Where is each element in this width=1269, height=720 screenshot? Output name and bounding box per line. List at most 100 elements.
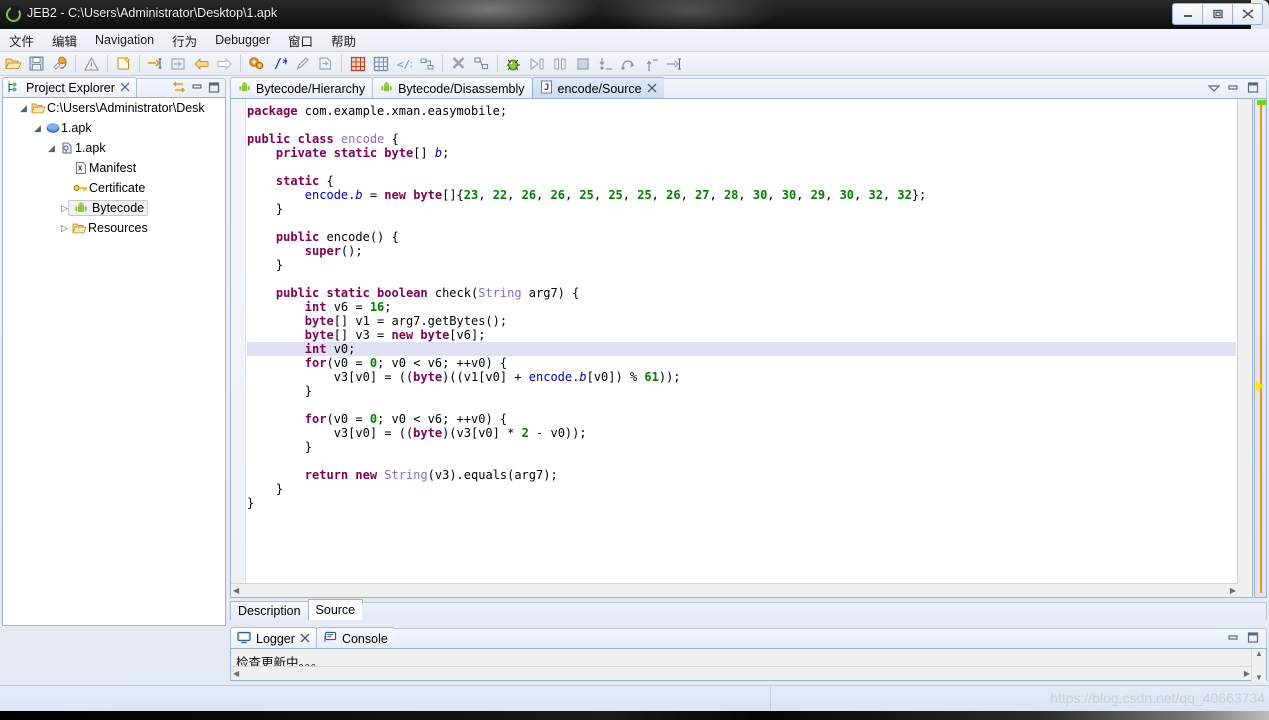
warning-icon[interactable]: [81, 53, 102, 74]
tab-logger[interactable]: Logger: [230, 627, 317, 649]
run-to-cursor-icon[interactable]: [664, 53, 685, 74]
save-icon[interactable]: [26, 53, 47, 74]
minimize-view-icon[interactable]: [1226, 82, 1240, 97]
editor-horizontal-scrollbar[interactable]: ◀ ▶: [231, 583, 1238, 597]
code-line: }: [247, 384, 313, 398]
editor-vertical-scrollbar[interactable]: [1237, 99, 1252, 597]
wrench-icon[interactable]: [49, 53, 70, 74]
status-bar: https://blog.csdn.net/qq_40663734: [0, 685, 1269, 712]
tree-item-apk-unit[interactable]: ◢ 1.apk: [3, 138, 225, 158]
step-over-icon[interactable]: [618, 53, 639, 74]
navigate-forward-icon[interactable]: [214, 53, 235, 74]
attach-debugger-icon[interactable]: [471, 53, 492, 74]
overview-ruler[interactable]: [1254, 98, 1267, 598]
logger-panel: Logger Console 检查更新中。。。 ◀ ▶ ▲ ▼: [230, 627, 1267, 682]
tab-label: encode/Source: [557, 81, 642, 96]
source-code-text[interactable]: package com.example.xman.easymobile; pub…: [247, 104, 1236, 581]
close-icon[interactable]: [647, 82, 657, 96]
editor-gutter[interactable]: [231, 99, 246, 597]
scroll-right-arrow-icon[interactable]: ▶: [1230, 586, 1236, 595]
link-with-editor-icon[interactable]: [171, 80, 187, 98]
tree-item-apk-artifact[interactable]: ◢ 1.apk: [3, 118, 225, 138]
menu-item-edit[interactable]: 编辑: [43, 29, 86, 52]
watermark-text: https://blog.csdn.net/qq_40663734: [1050, 690, 1265, 706]
tree-item-resources[interactable]: ▷ Resources: [3, 218, 225, 238]
jeb-logo-icon: [6, 6, 21, 22]
step-into-icon[interactable]: [595, 53, 616, 74]
goto-reference-icon[interactable]: [168, 53, 189, 74]
apk-unit-icon: [44, 121, 61, 135]
logger-tab-tools: [393, 628, 1267, 649]
open-folder-icon[interactable]: [3, 53, 24, 74]
maximize-view-icon[interactable]: [1246, 631, 1260, 647]
tab-console[interactable]: Console: [315, 627, 395, 649]
scroll-up-arrow-icon[interactable]: ▲: [1255, 649, 1263, 658]
tree-item-certificate[interactable]: Certificate: [3, 178, 225, 198]
minimize-view-icon[interactable]: [1226, 632, 1240, 647]
gears-icon[interactable]: [246, 53, 267, 74]
logger-horizontal-scrollbar[interactable]: ◀ ▶: [231, 666, 1252, 680]
terminate-icon[interactable]: [448, 53, 469, 74]
menu-item-window[interactable]: 窗口: [279, 29, 322, 52]
menu-item-navigation[interactable]: Navigation: [86, 31, 163, 49]
code-line: int v0;: [247, 342, 1236, 356]
code-line: }: [247, 496, 255, 510]
maximize-view-icon[interactable]: [207, 81, 221, 97]
scroll-down-arrow-icon[interactable]: ▼: [1255, 673, 1263, 682]
tree-item-workspace[interactable]: ◢ C:\Users\Administrator\Desk: [3, 98, 225, 118]
rename-icon[interactable]: [292, 53, 313, 74]
comment-icon[interactable]: /*: [269, 53, 290, 74]
menu-item-action[interactable]: 行为: [163, 29, 206, 52]
tree-item-bytecode[interactable]: ▷ Bytecode: [3, 198, 225, 218]
stop-icon[interactable]: [572, 53, 593, 74]
logger-vertical-scrollbar[interactable]: ▲ ▼: [1251, 649, 1266, 682]
table-grid-icon[interactable]: [347, 53, 368, 74]
scroll-right-arrow-icon[interactable]: ▶: [1244, 669, 1250, 678]
twisty-expanded-icon[interactable]: ◢: [31, 123, 44, 134]
close-icon[interactable]: [300, 632, 310, 646]
restore-button[interactable]: [1202, 3, 1233, 25]
scroll-left-arrow-icon[interactable]: ◀: [233, 586, 239, 595]
project-tree[interactable]: ◢ C:\Users\Administrator\Desk ◢ 1.apk ◢: [2, 97, 226, 626]
step-return-icon[interactable]: [641, 53, 662, 74]
tab-bytecode-hierarchy[interactable]: Bytecode/Hierarchy: [230, 77, 374, 99]
code-view-icon[interactable]: </>: [393, 53, 414, 74]
navigate-back-icon[interactable]: [191, 53, 212, 74]
chevron-down-icon[interactable]: [1207, 82, 1221, 96]
table-grid-alt-icon[interactable]: [370, 53, 391, 74]
minimize-button[interactable]: [1172, 3, 1203, 25]
pause-icon[interactable]: [549, 53, 570, 74]
twisty-collapsed-icon[interactable]: ▷: [58, 223, 71, 234]
close-icon[interactable]: [120, 81, 130, 95]
resume-icon[interactable]: [526, 53, 547, 74]
tree-item-selected-wrapper[interactable]: Bytecode: [68, 200, 149, 216]
maximize-view-icon[interactable]: [1246, 81, 1260, 97]
tree-item-label: Certificate: [89, 181, 146, 195]
toolbar-separator: [107, 55, 108, 72]
menu-item-help[interactable]: 帮助: [322, 29, 365, 52]
tab-source[interactable]: Source: [307, 599, 364, 620]
twisty-expanded-icon[interactable]: ◢: [45, 143, 58, 154]
tab-description[interactable]: Description: [230, 601, 309, 620]
tab-label: Project Explorer: [26, 81, 115, 95]
code-editor[interactable]: package com.example.xman.easymobile; pub…: [230, 98, 1253, 598]
debug-icon[interactable]: [503, 53, 524, 74]
goto-address-icon[interactable]: [145, 53, 166, 74]
twisty-expanded-icon[interactable]: ◢: [17, 103, 30, 114]
menu-item-debugger[interactable]: Debugger: [206, 31, 279, 49]
minimize-view-icon[interactable]: [190, 81, 204, 96]
close-button[interactable]: [1232, 3, 1263, 25]
code-line: v3[v0] = ((byte)(v3[v0] * 2 - v0));: [247, 426, 587, 440]
logger-output[interactable]: 检查更新中。。。 ◀ ▶ ▲ ▼: [230, 648, 1267, 682]
tab-bytecode-disassembly[interactable]: Bytecode/Disassembly: [372, 77, 533, 99]
scroll-left-arrow-icon[interactable]: ◀: [233, 669, 239, 678]
menu-item-file[interactable]: 文件: [0, 29, 43, 52]
code-line: package com.example.xman.easymobile;: [247, 104, 508, 118]
tab-encode-source[interactable]: J encode/Source: [531, 77, 665, 99]
export-icon[interactable]: [315, 53, 336, 74]
hierarchy-icon[interactable]: [416, 53, 437, 74]
new-document-icon[interactable]: [113, 53, 134, 74]
logger-icon: [237, 631, 251, 647]
tree-item-manifest[interactable]: X Manifest: [3, 158, 225, 178]
tab-project-explorer[interactable]: Project Explorer: [2, 77, 137, 98]
